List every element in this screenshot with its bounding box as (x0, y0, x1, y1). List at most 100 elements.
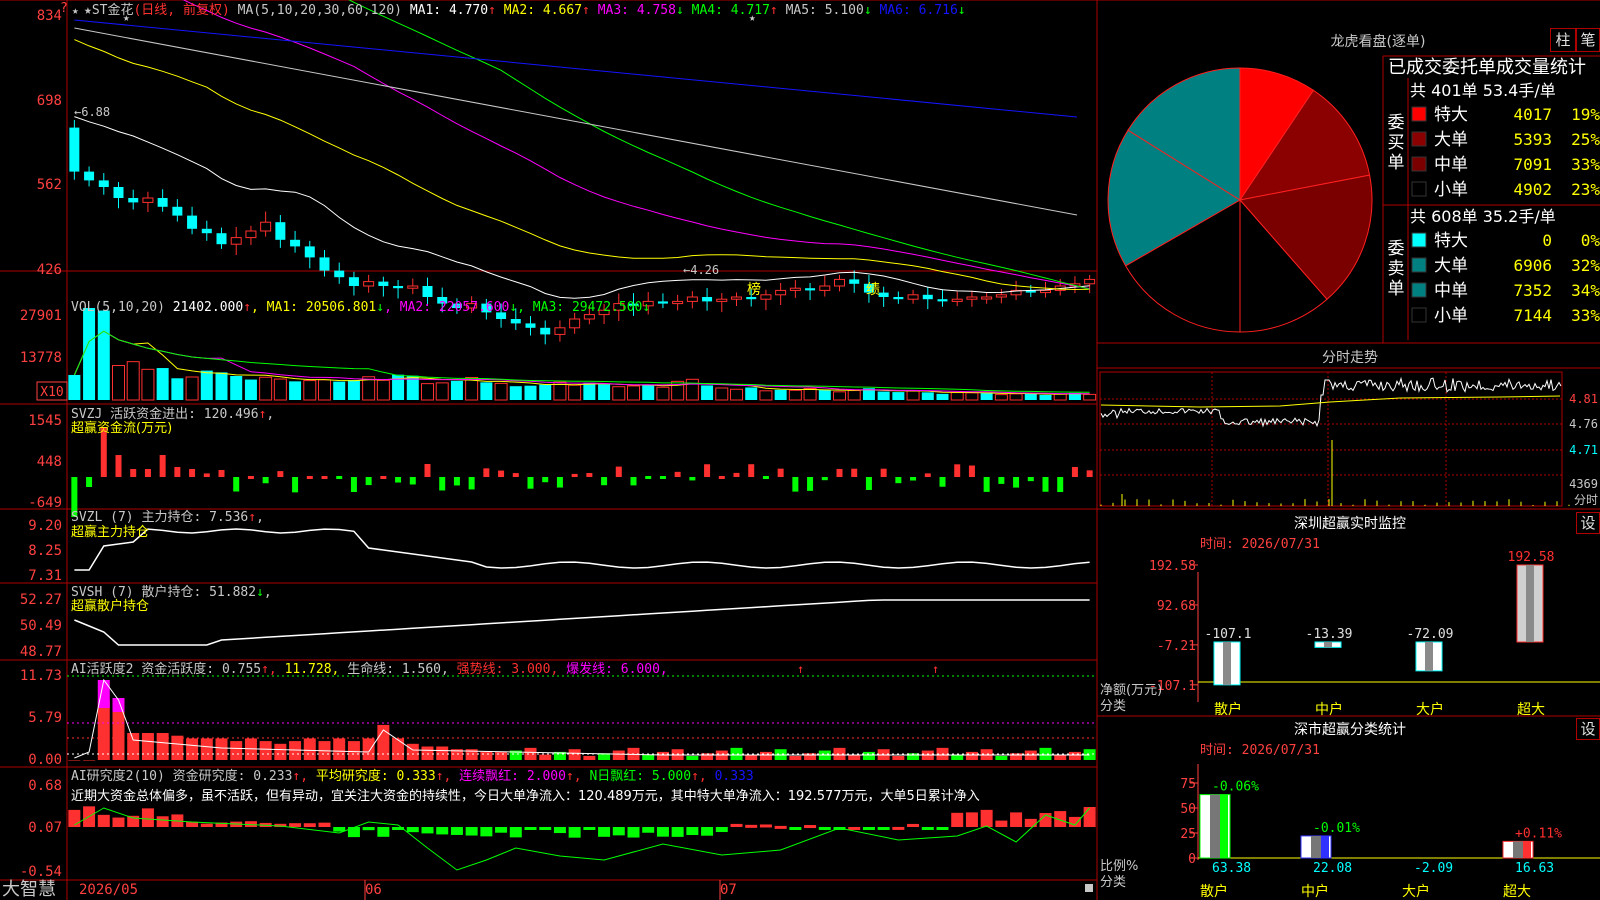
activity-bar (583, 755, 596, 760)
classify-settings-button[interactable]: 设 (1576, 718, 1600, 740)
volume-bar (347, 380, 360, 400)
x-axis-label: 06 (365, 882, 382, 898)
flow-bar (1071, 466, 1078, 477)
star-icon: ★ (72, 4, 79, 17)
flow-bar (1042, 477, 1049, 492)
activity-bar (68, 760, 81, 761)
research-bar (848, 826, 861, 830)
flow-bar (1027, 477, 1034, 482)
volume-bar (509, 386, 522, 400)
flow-bar (733, 472, 740, 477)
buy-row-value: 4017 (1513, 105, 1552, 124)
side-label: 委 (1388, 239, 1405, 259)
flow-bar (601, 477, 608, 486)
flow-bar (483, 468, 490, 477)
flow-bar (159, 455, 166, 477)
volume-bar (788, 389, 802, 401)
sell-row-pct: 34% (1571, 281, 1600, 300)
research-bar (642, 827, 655, 833)
volume-bar (1053, 393, 1067, 401)
volume-bar (215, 372, 228, 400)
flow-bar (556, 477, 563, 488)
activity-bar (186, 738, 199, 760)
activity-bar (568, 749, 581, 760)
research-bar (68, 809, 81, 827)
buy-row-value: 7091 (1513, 155, 1552, 174)
svzl-header: SVZL (7) 主力持仓: 7.536↑, (71, 510, 264, 525)
research-bar (892, 826, 905, 830)
realtime-category: 超大 (1517, 702, 1545, 718)
research-bar (539, 827, 552, 830)
activity-bar (892, 755, 905, 760)
activity-bar (995, 755, 1008, 760)
sell-row-label: 中单 (1434, 281, 1468, 301)
volume-bar (200, 370, 213, 400)
corner-mark: ? (60, 1, 68, 16)
volume-bar (627, 385, 640, 401)
volume-bar (480, 382, 493, 400)
volume-bar (833, 391, 846, 401)
classify-value: 16.63 (1515, 861, 1554, 876)
realtime-y-tick: 92.68 (1157, 599, 1196, 614)
volume-bar (994, 394, 1008, 401)
flow-bar (218, 470, 225, 477)
buy-row-pct: 33% (1571, 155, 1600, 174)
column-view-tab[interactable]: 柱 (1550, 28, 1576, 52)
buy-row-pct: 25% (1571, 130, 1600, 149)
flow-bar (762, 476, 769, 479)
flow-bar (704, 464, 711, 477)
sell-row-label: 小单 (1434, 306, 1468, 326)
research-bar (774, 825, 787, 829)
realtime-category: 中户 (1315, 701, 1343, 718)
research-bar (509, 827, 522, 838)
flow-bar (748, 464, 755, 477)
research-bar (289, 823, 302, 827)
classify-y-tick: 50 (1180, 802, 1196, 817)
buy-row-pct: 23% (1571, 180, 1600, 199)
volume-bar (376, 379, 390, 401)
volume-bar (1083, 393, 1097, 401)
ai-activity-header: AI活跃度2 资金活跃度: 0.755↑, 11.728, 生命线: 1.560… (71, 661, 668, 677)
lock-icon (1085, 884, 1093, 892)
research-bar (965, 812, 978, 827)
legend-swatch (1411, 232, 1427, 248)
tick-view-tab[interactable]: 笔 (1576, 28, 1600, 52)
y-tick: -649 (28, 495, 62, 511)
research-bar (951, 812, 964, 827)
candle (525, 323, 536, 328)
classify-cat-label: 分类 (1100, 875, 1126, 890)
activity-bar (83, 760, 96, 761)
research-bar (671, 827, 684, 837)
realtime-bar-shade (1324, 642, 1332, 648)
research-bar (804, 825, 817, 829)
y-tick: 11.73 (20, 668, 62, 684)
activity-bar (495, 751, 508, 760)
volume-bar (450, 380, 463, 400)
realtime-value: -107.1 (1205, 627, 1252, 642)
volume-bar (230, 375, 243, 400)
candle (84, 171, 95, 181)
y-tick: 448 (37, 454, 62, 470)
flow-bar (1057, 477, 1064, 493)
svsh-header: SVSH (7) 散户持仓: 51.882↓, (71, 584, 272, 600)
realtime-bar-shade (1223, 642, 1231, 685)
realtime-settings-button[interactable]: 设 (1576, 512, 1600, 534)
volume-bar (745, 387, 758, 400)
x-axis-label: 07 (720, 882, 737, 898)
activity-bar (333, 738, 346, 760)
volume-bar (421, 383, 434, 401)
flow-bar (807, 477, 814, 491)
volume-bar (494, 382, 508, 401)
activity-bar (612, 750, 625, 760)
main-chart-header: ★ST金花(日线, 前复权) MA(5,10,20,30,60,120) MA1… (84, 2, 966, 18)
research-bar (789, 827, 802, 830)
flow-bar (630, 477, 637, 486)
volume-bar (524, 385, 537, 400)
svzl-line (74, 528, 1090, 571)
activity-bar (406, 743, 419, 760)
up-arrow-icon: ↑ (797, 662, 804, 676)
classify-value: -2.09 (1414, 861, 1453, 876)
research-bar (333, 827, 346, 832)
research-bar (1024, 818, 1037, 827)
activity-bar (524, 747, 537, 760)
